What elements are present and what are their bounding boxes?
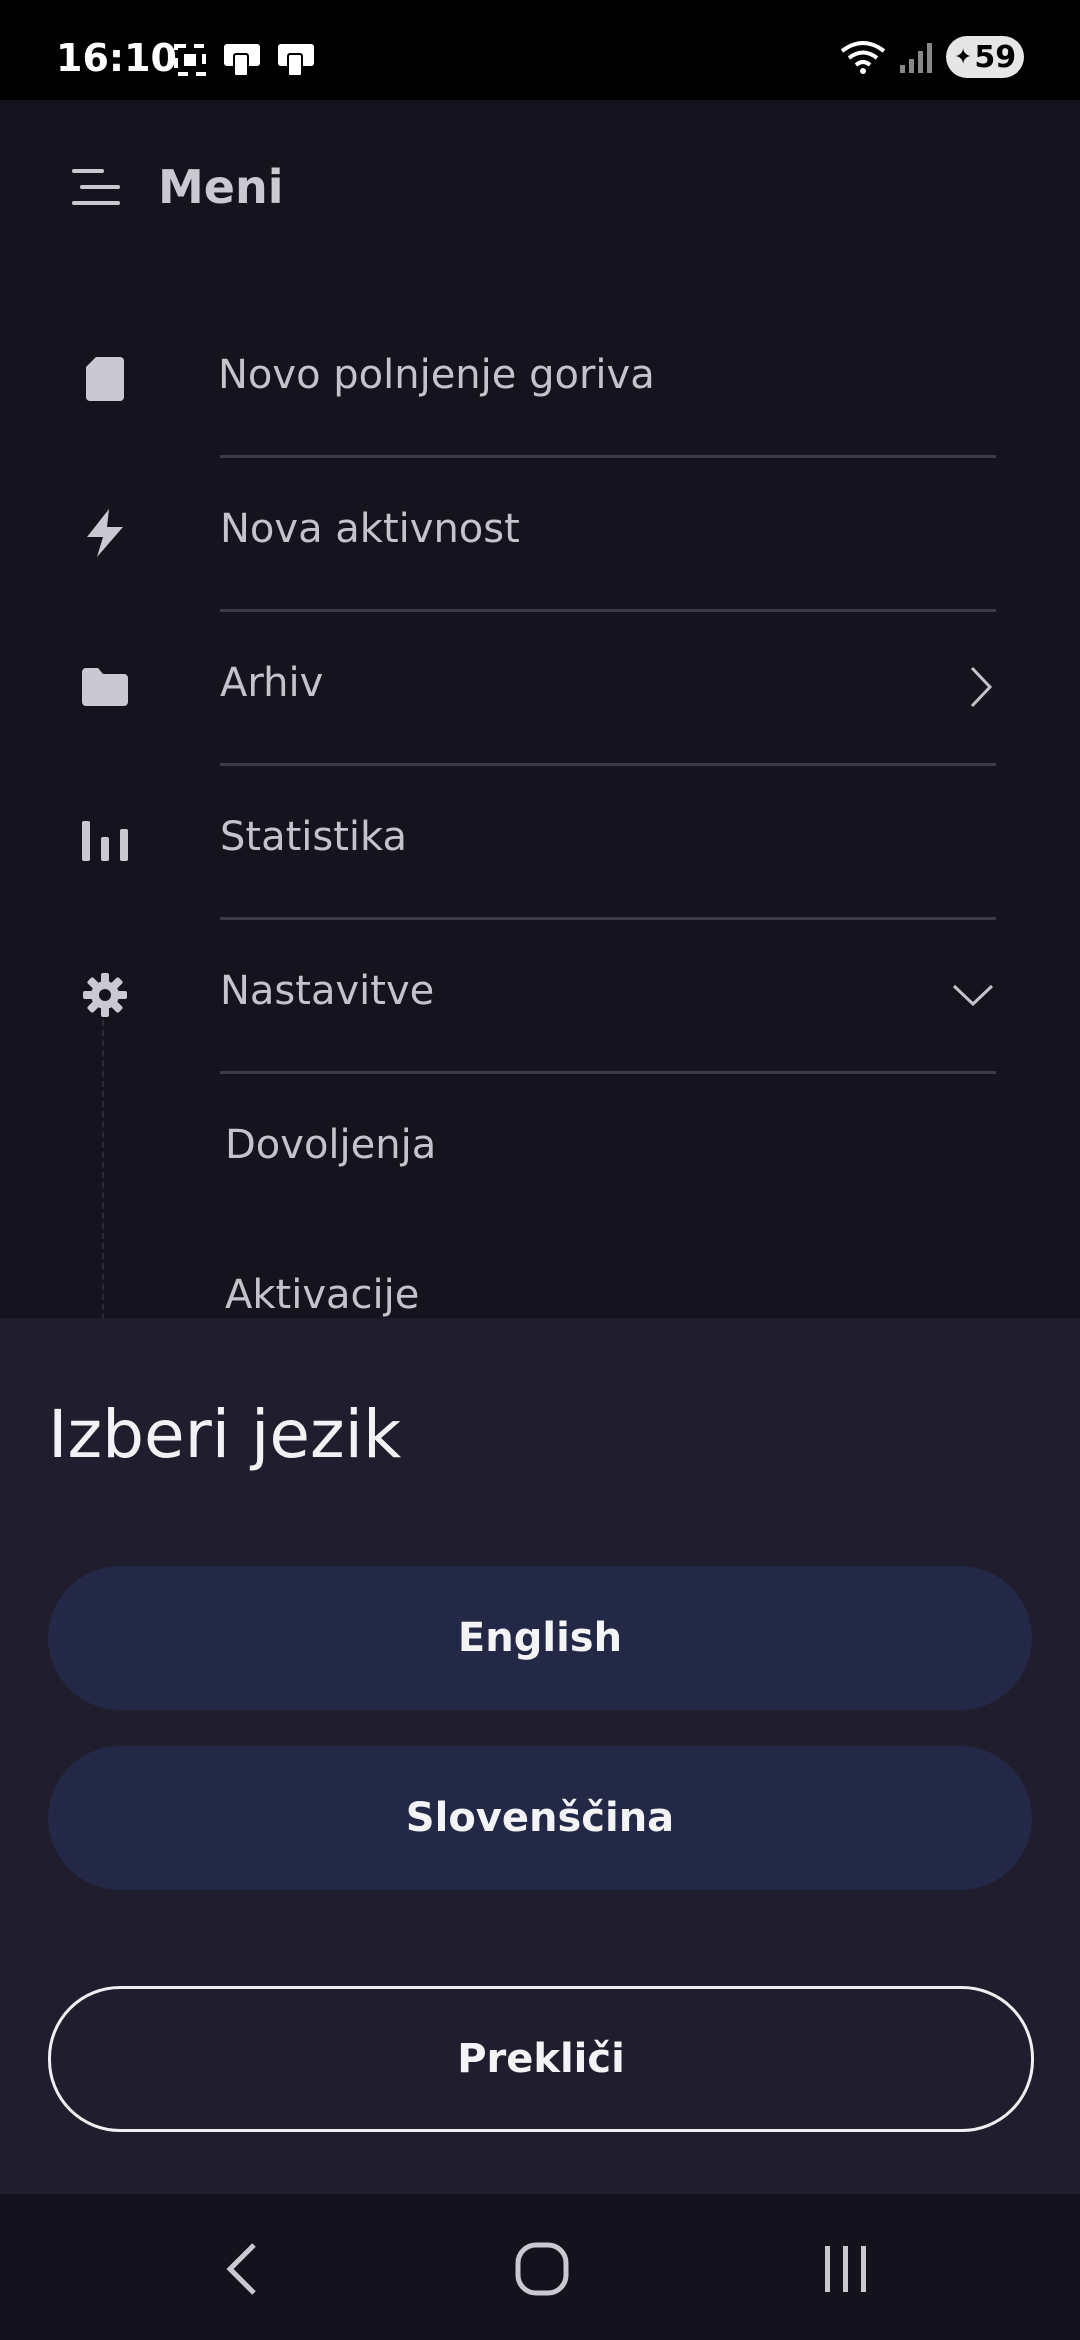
- back-button[interactable]: [202, 2234, 282, 2304]
- phone-transfer-icon-2: [278, 44, 314, 77]
- signal-icon: [900, 43, 932, 73]
- language-english-button[interactable]: English: [48, 1566, 1032, 1710]
- submenu-item-permissions[interactable]: Dovoljenja: [225, 1122, 436, 1168]
- status-notification-icons: [172, 42, 316, 78]
- sheet-title: Izberi jezik: [48, 1396, 402, 1473]
- menu-item-archive[interactable]: Arhiv: [0, 612, 1080, 766]
- menu-item-settings[interactable]: Nastavitve: [0, 920, 1080, 1074]
- menu-item-label: Nastavitve: [220, 968, 435, 1014]
- menu-item-label: Nova aktivnost: [220, 506, 520, 552]
- system-navigation-bar: [0, 2194, 1080, 2340]
- drawer-header: Meni: [72, 160, 284, 214]
- chevron-down-icon: [950, 980, 996, 1014]
- submenu-item-activations[interactable]: Aktivacije: [225, 1272, 419, 1318]
- menu-item-new-activity[interactable]: Nova aktivnost: [0, 458, 1080, 612]
- language-slovenian-button[interactable]: Slovenščina: [48, 1746, 1032, 1890]
- recents-button[interactable]: [806, 2234, 886, 2304]
- menu-item-new-fueling[interactable]: Novo polnjenje goriva: [0, 304, 1080, 458]
- chevron-right-icon: [966, 664, 996, 714]
- screenshot-icon: [174, 44, 206, 76]
- navigation-drawer: Meni Novo polnjenje goriva Nova aktivnos…: [0, 100, 1080, 1320]
- wifi-icon: [840, 41, 886, 74]
- gear-icon: [78, 968, 132, 1022]
- battery-saver-icon: ✦: [953, 44, 973, 70]
- battery-level: 59: [974, 39, 1017, 75]
- menu-icon[interactable]: [72, 165, 120, 209]
- document-icon: [78, 352, 132, 406]
- language-bottom-sheet: Izberi jezik English Slovenščina Preklič…: [0, 1318, 1080, 2194]
- home-button[interactable]: [502, 2234, 582, 2304]
- phone-transfer-icon: [224, 44, 260, 77]
- submenu-guide-line: [102, 1020, 104, 1320]
- status-system-icons: ✦ 59: [840, 36, 1024, 78]
- back-icon: [226, 2243, 256, 2295]
- menu-item-statistics[interactable]: Statistika: [0, 766, 1080, 920]
- drawer-title: Meni: [158, 160, 284, 214]
- lightning-icon: [78, 506, 132, 560]
- cancel-button[interactable]: Prekliči: [48, 1986, 1034, 2132]
- menu-item-label: Statistika: [220, 814, 407, 860]
- menu-item-label: Arhiv: [220, 660, 324, 706]
- status-time: 16:10: [56, 36, 177, 80]
- folder-icon: [78, 660, 132, 714]
- status-bar: 16:10 ✦ 59: [0, 0, 1080, 100]
- home-icon: [515, 2242, 569, 2296]
- recents-icon: [825, 2246, 866, 2292]
- battery-indicator: ✦ 59: [946, 36, 1024, 78]
- divider: [220, 1071, 996, 1074]
- menu-item-label: Novo polnjenje goriva: [218, 352, 655, 398]
- bar-chart-icon: [78, 814, 132, 868]
